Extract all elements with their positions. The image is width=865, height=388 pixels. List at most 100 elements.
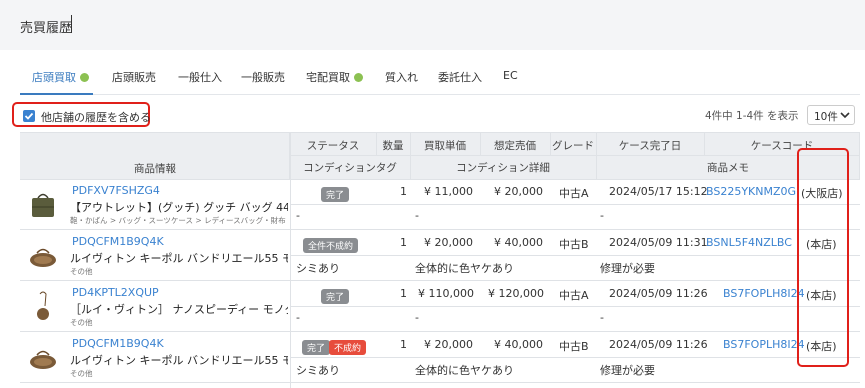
case-done-date: 2024/05/09 11:31	[609, 236, 708, 249]
column-divider	[550, 133, 551, 155]
product-category: 鞄・かばん > バッグ・スーツケース > レディースバッグ・財布 > バッ...	[70, 216, 288, 225]
status-badge: 不成約	[329, 340, 367, 355]
column-divider	[410, 133, 411, 179]
condition-detail: -	[415, 209, 419, 222]
tab-general-purchase[interactable]: 一般仕入	[178, 69, 222, 85]
header-condition-tag: コンディションタグ	[303, 162, 397, 174]
header-case-done: ケース完了日	[618, 140, 682, 152]
duffle-bag-icon	[30, 350, 56, 369]
condition-tag: シミあり	[296, 364, 340, 377]
tab-ec[interactable]: EC	[503, 69, 518, 82]
header-divider	[290, 155, 860, 156]
tab-delivery-buy[interactable]: 宅配買取	[306, 69, 363, 85]
per-page-select[interactable]: 10件	[807, 105, 855, 125]
header-condition-detail: コンディション詳細	[456, 162, 550, 174]
expected-sale-price: ¥ 40,000	[494, 338, 543, 351]
product-sku-link[interactable]: PDQCFM1B9Q4K	[72, 337, 164, 350]
header-status: ステータス	[306, 140, 360, 152]
text-caret	[71, 15, 72, 33]
buy-price: ¥ 20,000	[424, 338, 473, 351]
status-badge: 完了	[302, 340, 331, 355]
product-memo: 修理が必要	[600, 364, 655, 377]
duffle-bag-icon	[30, 248, 56, 267]
title-bar: 売買履歴	[0, 0, 865, 50]
product-sku-link[interactable]: PD4KPTL2XQUP	[72, 286, 159, 299]
grade: 中古A	[559, 187, 589, 200]
expected-sale-price: ¥ 120,000	[488, 287, 544, 300]
product-memo: -	[600, 311, 604, 324]
condition-tag: -	[296, 209, 300, 222]
include-other-stores-label[interactable]: 他店舗の履歴を含める	[41, 109, 151, 125]
status-dot-icon	[354, 73, 363, 82]
product-name: 【アウトレット】(グッチ) グッチ バッグ 449169-9886...	[70, 201, 288, 214]
chevron-down-icon	[840, 112, 850, 119]
tab-pawn[interactable]: 質入れ	[385, 69, 418, 85]
case-done-date: 2024/05/17 15:12	[609, 185, 708, 198]
tote-bag-icon	[32, 193, 54, 217]
product-memo: -	[600, 209, 604, 222]
quantity: 1	[400, 185, 407, 198]
header-product-info: 商品情報	[134, 163, 176, 175]
history-table: 商品情報 ステータス 数量 買取単価 想定売価 グレード ケース完了日 ケースコ…	[20, 132, 860, 388]
expected-sale-price: ¥ 40,000	[494, 236, 543, 249]
tab-store-sale[interactable]: 店頭販売	[112, 69, 156, 85]
header-buy-price: 買取単価	[424, 140, 466, 152]
table-row[interactable]: PDFXV7FSHZG4 【アウトレット】(グッチ) グッチ バッグ 44916…	[20, 180, 860, 230]
row-divider	[290, 357, 860, 358]
row-divider	[290, 306, 860, 307]
condition-tag: -	[296, 311, 300, 324]
quantity: 1	[400, 338, 407, 351]
table-row[interactable]: PDQCFM1B9Q4K ルイヴィトン キーポル バンドリエール55 モノグラム…	[20, 231, 860, 281]
product-name: ルイヴィトン キーポル バンドリエール55 モノグラム M...	[70, 252, 288, 265]
product-category: その他	[70, 318, 93, 327]
check-icon	[24, 112, 34, 120]
result-count: 4件中 1-4件 を表示	[705, 110, 799, 122]
product-category: その他	[70, 267, 93, 276]
column-divider	[596, 133, 597, 179]
row-divider	[290, 255, 860, 256]
column-divider	[376, 133, 377, 155]
expected-sale-price: ¥ 20,000	[494, 185, 543, 198]
include-other-stores-checkbox[interactable]	[23, 110, 35, 122]
header-grade: グレード	[552, 140, 594, 152]
product-memo: 修理が必要	[600, 262, 655, 275]
include-other-stores-highlight: 他店舗の履歴を含める	[12, 102, 151, 127]
case-code-link[interactable]: BSNL5F4NZLBC	[706, 236, 792, 249]
tab-bar: 店頭買取 店頭販売 一般仕入 一般販売 宅配買取 質入れ 委託仕入 EC	[20, 50, 860, 95]
condition-detail: -	[415, 311, 419, 324]
store-column-highlight	[797, 148, 849, 367]
grade: 中古B	[559, 238, 589, 251]
quantity: 1	[400, 236, 407, 249]
tab-general-sale[interactable]: 一般販売	[241, 69, 285, 85]
header-quantity: 数量	[382, 140, 404, 152]
case-done-date: 2024/05/09 11:26	[609, 287, 708, 300]
product-thumbnail	[28, 190, 58, 220]
table-row[interactable]: PDQCFM1B9Q4K ルイヴィトン キーポル バンドリエール55 モノグラム…	[20, 333, 860, 383]
status-badge: 全件不成約	[303, 238, 359, 253]
case-done-date: 2024/05/09 11:26	[609, 338, 708, 351]
product-thumbnail	[28, 343, 58, 373]
product-sku-link[interactable]: PDQCFM1B9Q4K	[72, 235, 164, 248]
product-thumbnail	[28, 290, 58, 320]
table-row[interactable]: PD4KPTL2XQUP ［ルイ・ヴィトン］ ナノスピーディー モノグラム ミニ…	[20, 282, 860, 332]
case-code-link[interactable]: BS225YKNMZ0G	[706, 185, 796, 198]
quantity: 1	[400, 287, 407, 300]
tab-consignment[interactable]: 委託仕入	[438, 69, 482, 85]
product-name: ［ルイ・ヴィトン］ ナノスピーディー モノグラム ミニバ...	[70, 303, 288, 316]
product-category: その他	[70, 369, 93, 378]
mini-bag-icon	[37, 291, 49, 320]
main-card: 店頭買取 店頭販売 一般仕入 一般販売 宅配買取 質入れ 委託仕入 EC 他店舗…	[0, 50, 865, 388]
tab-store-buy[interactable]: 店頭買取	[32, 69, 89, 85]
row-divider	[290, 204, 860, 205]
condition-detail: 全体的に色ヤケあり	[415, 262, 514, 275]
case-code-link[interactable]: BS7FOPLH8I24	[723, 338, 805, 351]
buy-price: ¥ 11,000	[424, 185, 473, 198]
status-badge: 完了	[321, 187, 350, 202]
product-sku-link[interactable]: PDFXV7FSHZG4	[72, 184, 160, 197]
buy-price: ¥ 20,000	[424, 236, 473, 249]
grade: 中古A	[559, 289, 589, 302]
page-title: 売買履歴	[20, 21, 73, 36]
active-tab-indicator	[20, 93, 93, 95]
case-code-link[interactable]: BS7FOPLH8I24	[723, 287, 805, 300]
condition-detail: 全体的に色ヤケあり	[415, 364, 514, 377]
